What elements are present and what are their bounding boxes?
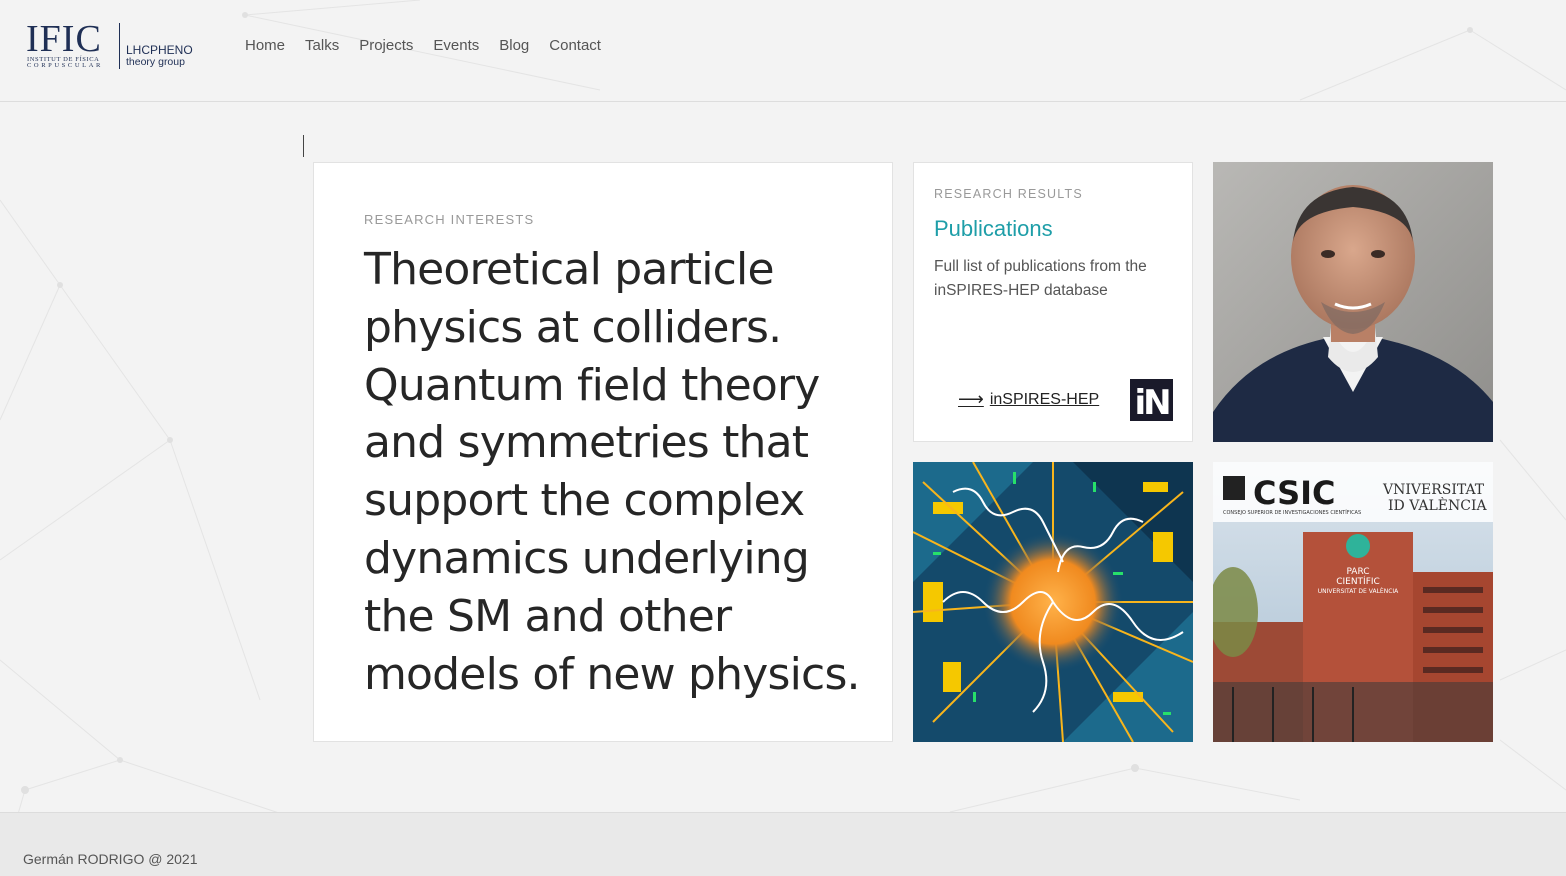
logo-brand: IFIC — [26, 18, 102, 60]
inspire-logo-icon[interactable]: iN — [1130, 379, 1173, 421]
nav-projects[interactable]: Projects — [359, 36, 413, 56]
interests-statement: Theoretical particle physics at collider… — [364, 244, 861, 700]
nav-talks[interactable]: Talks — [305, 36, 339, 56]
inspire-hep-link-label: inSPIRES-HEP — [989, 390, 1100, 408]
csic-graphic: CSIC CONSEJO SUPERIOR DE INVESTIGACIONES… — [1213, 462, 1493, 742]
uv-line1: VNIVERSITAT — [1382, 482, 1485, 498]
nav-blog[interactable]: Blog — [499, 36, 529, 56]
research-interests-card: RESEARCH INTERESTS Theoretical particle … — [313, 162, 893, 742]
publications-title[interactable]: Publications — [934, 216, 1053, 242]
publications-eyebrow: RESEARCH RESULTS — [934, 187, 1083, 201]
csic-subtitle: CONSEJO SUPERIOR DE INVESTIGACIONES CIEN… — [1223, 509, 1361, 516]
text-cursor — [303, 135, 304, 157]
logo-sub-line2: CORPUSCULAR — [27, 62, 103, 69]
inspire-hep-link[interactable]: ⟶ inSPIRES-HEP — [958, 389, 1099, 410]
arrow-right-icon: ⟶ — [958, 389, 984, 409]
logo-group-name: LHCPHENO — [126, 43, 193, 57]
footer-copyright: Germán RODRIGO @ 2021 — [23, 851, 198, 867]
interests-eyebrow: RESEARCH INTERESTS — [364, 212, 535, 227]
logo-group-sub: theory group — [126, 56, 185, 68]
portrait-photo — [1213, 162, 1493, 442]
csic-parc-cientific-image: CSIC CONSEJO SUPERIOR DE INVESTIGACIONES… — [1213, 462, 1493, 742]
nav-home[interactable]: Home — [245, 36, 285, 56]
publications-description: Full list of publications from the inSPI… — [934, 258, 1147, 299]
parc-line1: PARC — [1346, 567, 1369, 577]
nav-contact[interactable]: Contact — [549, 36, 601, 56]
csic-wordmark: CSIC — [1253, 474, 1336, 512]
parc-line2: CIENTÍFIC — [1336, 575, 1380, 587]
site-footer: Germán RODRIGO @ 2021 — [0, 812, 1566, 876]
portrait-image — [1213, 162, 1493, 442]
particle-collision-image — [913, 462, 1193, 742]
logo-divider — [119, 23, 120, 69]
nav-events[interactable]: Events — [433, 36, 479, 56]
uv-line2: ID VALÈNCIA — [1388, 496, 1487, 514]
inspire-logo-text: iN — [1134, 383, 1171, 423]
ific-logo[interactable]: IFIC INSTITUT DE FÍSICA CORPUSCULAR LHCP… — [26, 20, 196, 72]
collision-graphic — [913, 462, 1193, 742]
publications-card[interactable]: RESEARCH RESULTS Publications Full list … — [913, 162, 1193, 442]
site-header: IFIC INSTITUT DE FÍSICA CORPUSCULAR LHCP… — [0, 0, 1566, 102]
parc-line3: UNIVERSITAT DE VALÈNCIA — [1318, 587, 1399, 595]
main-nav: Home Talks Projects Events Blog Contact — [245, 36, 621, 56]
